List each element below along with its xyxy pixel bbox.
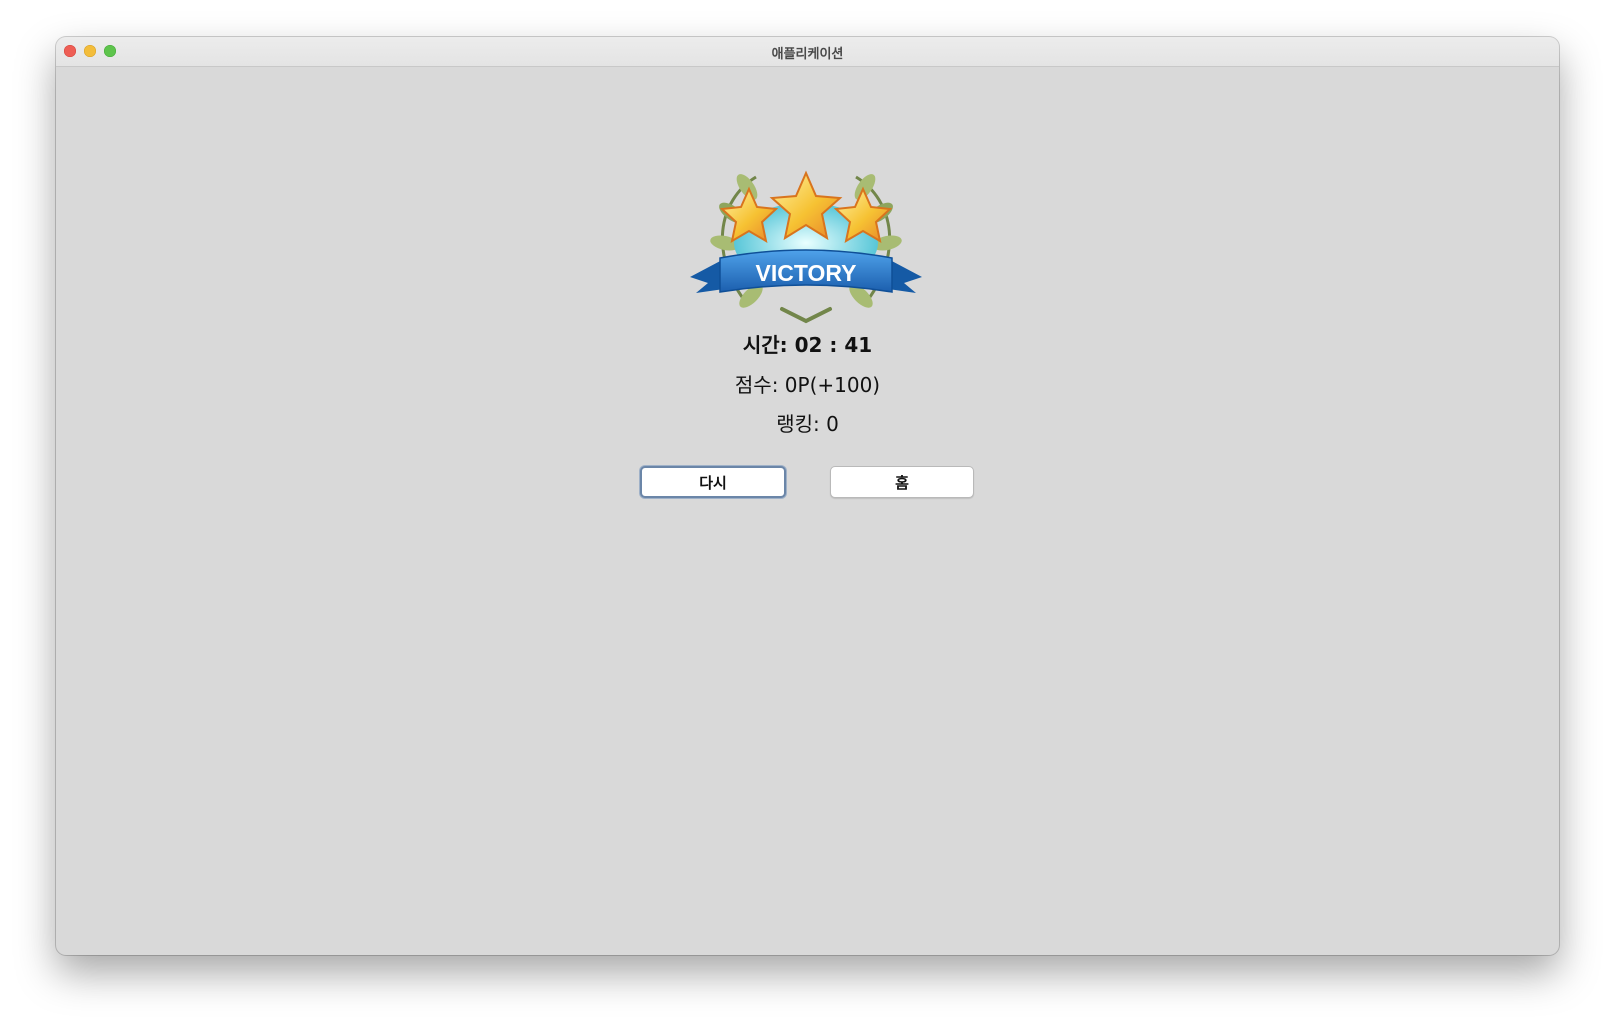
title-bar: 애플리케이션 xyxy=(56,37,1559,67)
retry-button-label: 다시 xyxy=(699,473,727,492)
home-button-label: 홈 xyxy=(895,473,909,492)
victory-ribbon: VICTORY xyxy=(690,249,922,293)
ranking-text: 랭킹: 0 xyxy=(776,412,839,436)
victory-emblem: VICTORY xyxy=(690,170,922,324)
home-button[interactable]: 홈 xyxy=(830,466,974,498)
retry-button[interactable]: 다시 xyxy=(640,466,786,498)
window-title: 애플리케이션 xyxy=(771,47,844,62)
elapsed-time: 시간: 02 : 41 xyxy=(742,333,873,357)
app-window: 애플리케이션 VICTORY 시간: 02: 41 점수: 0P(+100) … xyxy=(56,37,1559,955)
result-screen: VICTORY 시간: 02 : 41 점수: 0P(+100) 랭킹: 0 다… xyxy=(56,67,1559,955)
score-text: 점수: 0P(+100) xyxy=(734,373,881,397)
victory-label: VICTORY xyxy=(756,260,857,286)
